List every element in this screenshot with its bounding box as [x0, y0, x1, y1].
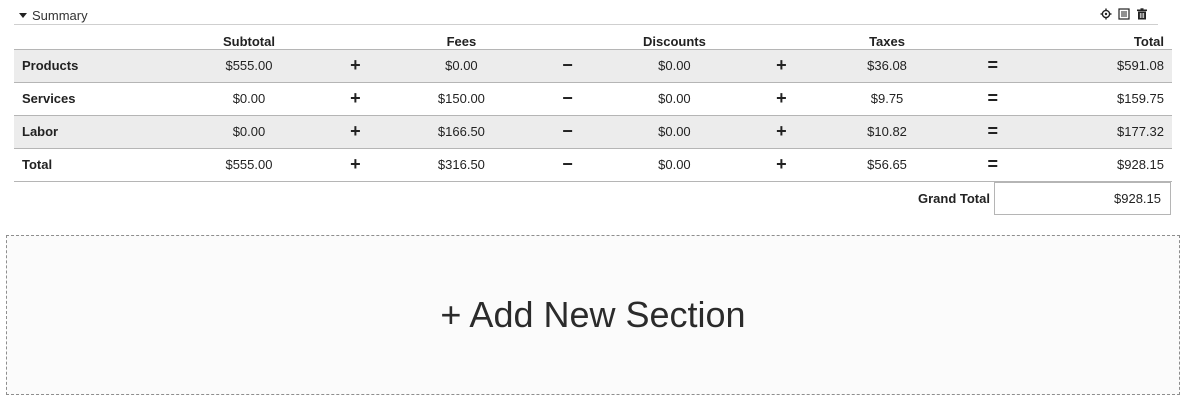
summary-header-row: Subtotal Fees Discounts Taxes Total: [14, 30, 1172, 50]
row-label: Services: [14, 82, 156, 116]
fees-cell: $316.50: [368, 148, 555, 182]
plus-icon: +: [342, 49, 369, 83]
table-row-total: Total $555.00 + $316.50 − $0.00 + $56.65…: [14, 148, 1172, 182]
table-row: Labor $0.00 + $166.50 − $0.00 + $10.82 =…: [14, 115, 1172, 149]
plus-icon: +: [342, 115, 369, 149]
fees-cell: $150.00: [368, 82, 555, 116]
grand-total-value: $928.15: [994, 182, 1171, 215]
table-row: Products $555.00 + $0.00 − $0.00 + $36.0…: [14, 49, 1172, 83]
col-header-subtotal: Subtotal: [155, 30, 343, 50]
discounts-cell: $0.00: [580, 49, 769, 83]
discounts-cell: $0.00: [580, 82, 769, 116]
discounts-cell: $0.00: [580, 148, 769, 182]
row-label: Labor: [14, 115, 156, 149]
row-label: Products: [14, 49, 156, 83]
minus-icon: −: [554, 115, 581, 149]
plus-icon: +: [768, 115, 795, 149]
plus-icon: +: [342, 82, 369, 116]
list-icon[interactable]: [1118, 8, 1130, 20]
add-new-section-label: + Add New Section: [440, 294, 746, 335]
subtotal-cell: $555.00: [155, 49, 343, 83]
taxes-cell: $36.08: [794, 49, 980, 83]
discounts-cell: $0.00: [580, 115, 769, 149]
equals-icon: =: [979, 49, 1006, 83]
section-toolbar: [1100, 8, 1148, 20]
col-header-label: [14, 30, 156, 50]
caret-down-icon: [19, 13, 27, 18]
taxes-cell: $9.75: [794, 82, 980, 116]
minus-icon: −: [554, 148, 581, 182]
summary-section-header: Summary: [14, 5, 1158, 25]
minus-icon: −: [554, 82, 581, 116]
gear-icon[interactable]: [1100, 8, 1112, 20]
trash-icon[interactable]: [1136, 8, 1148, 20]
total-cell: $928.15: [1006, 148, 1172, 182]
fees-cell: $166.50: [368, 115, 555, 149]
col-header-fees: Fees: [368, 30, 555, 50]
total-cell: $591.08: [1006, 49, 1172, 83]
grand-total-label: Grand Total: [918, 191, 990, 206]
total-cell: $177.32: [1006, 115, 1172, 149]
subtotal-cell: $0.00: [155, 82, 343, 116]
plus-icon: +: [768, 148, 795, 182]
add-new-section-button[interactable]: + Add New Section: [6, 235, 1180, 395]
fees-cell: $0.00: [368, 49, 555, 83]
summary-title: Summary: [32, 8, 88, 23]
row-label: Total: [14, 148, 156, 182]
minus-icon: −: [554, 49, 581, 83]
subtotal-cell: $0.00: [155, 115, 343, 149]
table-row: Services $0.00 + $150.00 − $0.00 + $9.75…: [14, 82, 1172, 116]
equals-icon: =: [979, 148, 1006, 182]
subtotal-cell: $555.00: [155, 148, 343, 182]
plus-icon: +: [768, 82, 795, 116]
plus-icon: +: [768, 49, 795, 83]
plus-icon: +: [342, 148, 369, 182]
col-header-total: Total: [1006, 30, 1172, 50]
col-header-discounts: Discounts: [580, 30, 769, 50]
total-cell: $159.75: [1006, 82, 1172, 116]
taxes-cell: $10.82: [794, 115, 980, 149]
equals-icon: =: [979, 115, 1006, 149]
col-header-taxes: Taxes: [794, 30, 980, 50]
summary-collapse-toggle[interactable]: Summary: [19, 8, 88, 23]
taxes-cell: $56.65: [794, 148, 980, 182]
equals-icon: =: [979, 82, 1006, 116]
summary-table: Subtotal Fees Discounts Taxes Total Prod…: [14, 30, 1172, 182]
